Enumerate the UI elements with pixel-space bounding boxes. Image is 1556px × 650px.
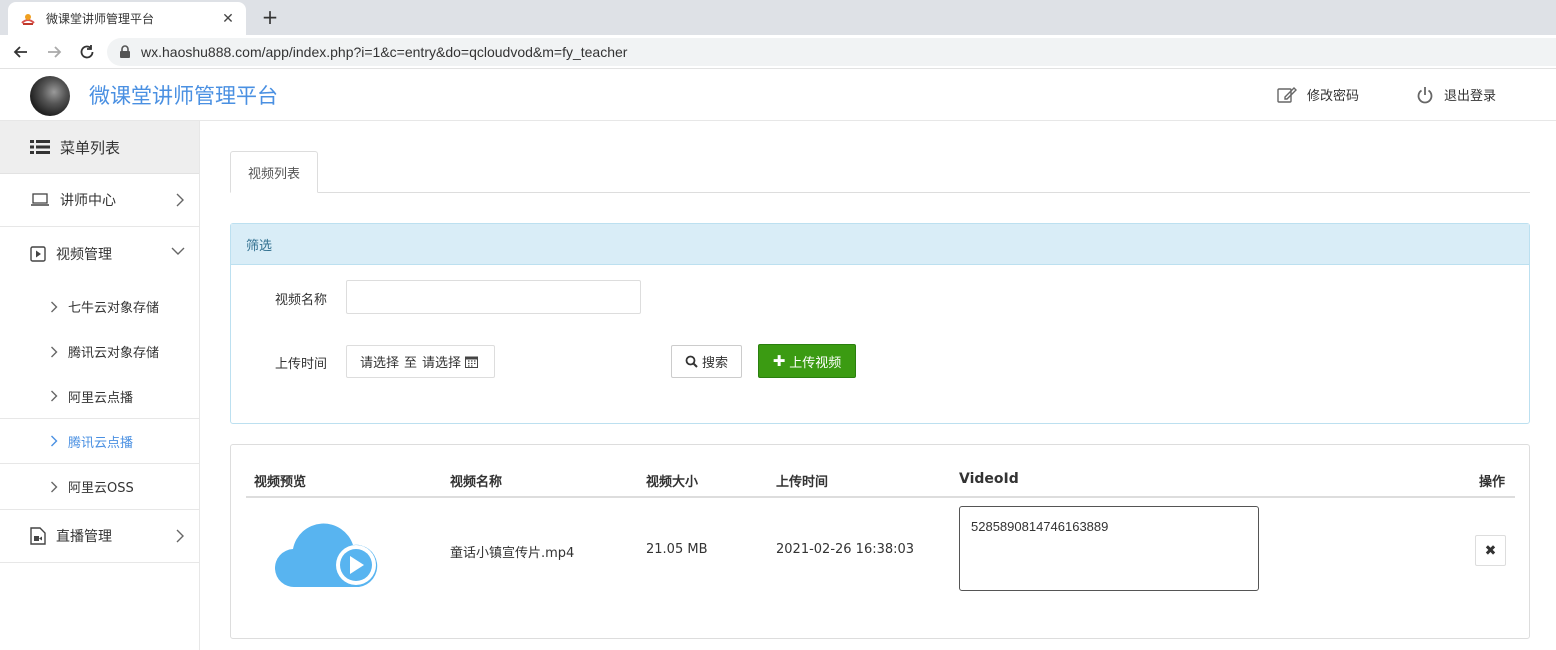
- avatar[interactable]: [30, 76, 70, 116]
- browser-address-bar: wx.haoshu888.com/app/index.php?i=1&c=ent…: [0, 35, 1556, 69]
- sidebar-subitem-label: 七牛云对象存储: [68, 301, 160, 316]
- app-header: 微课堂讲师管理平台 修改密码 退出登录: [0, 70, 1556, 121]
- forward-icon[interactable]: [43, 41, 65, 63]
- logout-label: 退出登录: [1444, 89, 1497, 104]
- table-header-preview: 视频预览: [254, 475, 307, 490]
- tab-video-list[interactable]: 视频列表: [230, 151, 318, 193]
- video-size: 21.05 MB: [646, 542, 708, 557]
- power-icon: [1417, 86, 1433, 103]
- url-input[interactable]: wx.haoshu888.com/app/index.php?i=1&c=ent…: [107, 38, 1556, 66]
- edit-icon: [1277, 86, 1297, 103]
- list-icon: [30, 140, 50, 154]
- chevron-right-icon: [51, 346, 58, 357]
- sidebar-item-label: 直播管理: [56, 529, 112, 545]
- table-header-divider: [246, 496, 1515, 498]
- sidebar-subitem-label: 腾讯云对象存储: [68, 346, 160, 361]
- browser-tab-bar: 微课堂讲师管理平台 ✕ +: [0, 0, 1556, 35]
- sidebar-item-aliyun-vod[interactable]: 阿里云点播: [0, 374, 199, 419]
- play-square-icon: [30, 245, 46, 262]
- sidebar: 菜单列表 讲师中心 视频管理 七牛云对象存储 腾讯云对象存储 阿里云点播 腾讯云…: [0, 121, 200, 650]
- sidebar-item-label: 讲师中心: [60, 193, 116, 209]
- upload-time-label: 上传时间: [275, 357, 328, 372]
- sidebar-item-tencent-storage[interactable]: 腾讯云对象存储: [0, 329, 199, 374]
- change-password-label: 修改密码: [1307, 89, 1360, 104]
- browser-tab-title: 微课堂讲师管理平台: [46, 12, 155, 26]
- date-to: 请选择: [422, 356, 462, 371]
- main-content: 视频列表 筛选 视频名称 上传时间 请选择 至 请选择 搜索 ✚ 上传视频 视频…: [230, 151, 1530, 639]
- calendar-icon: [465, 356, 479, 368]
- site-favicon-icon: [21, 13, 35, 25]
- close-tab-icon[interactable]: ✕: [220, 11, 236, 27]
- content-tabs: 视频列表: [230, 151, 1530, 193]
- laptop-icon: [31, 193, 49, 206]
- chevron-right-icon: [51, 435, 58, 447]
- change-password-link[interactable]: 修改密码: [1277, 85, 1359, 104]
- video-id-textarea[interactable]: 5285890814746163889: [959, 506, 1259, 591]
- table-header-name: 视频名称: [450, 475, 503, 490]
- chevron-right-icon: [51, 390, 58, 402]
- video-name: 童话小镇宣传片.mp4: [450, 546, 575, 561]
- search-button[interactable]: 搜索: [671, 345, 742, 378]
- video-name-label: 视频名称: [275, 293, 328, 308]
- filter-panel-title: 筛选: [231, 224, 1529, 265]
- url-text: wx.haoshu888.com/app/index.php?i=1&c=ent…: [141, 44, 628, 60]
- chevron-down-icon: [171, 247, 185, 255]
- sidebar-item-qiniu-storage[interactable]: 七牛云对象存储: [0, 284, 199, 329]
- sidebar-item-tencent-vod[interactable]: 腾讯云点播: [0, 419, 199, 464]
- upload-button-label: 上传视频: [789, 355, 842, 371]
- chevron-right-icon: [176, 529, 184, 543]
- back-icon[interactable]: [10, 41, 32, 63]
- filter-panel: 筛选 视频名称 上传时间 请选择 至 请选择 搜索 ✚ 上传视频: [230, 223, 1530, 424]
- sidebar-subitem-label: 阿里云OSS: [68, 481, 134, 496]
- upload-time: 2021-02-26 16:38:03: [776, 542, 915, 557]
- chevron-right-icon: [176, 193, 184, 207]
- sidebar-item-teacher-center[interactable]: 讲师中心: [0, 174, 199, 227]
- sidebar-header: 菜单列表: [0, 121, 199, 174]
- date-range-picker[interactable]: 请选择 至 请选择: [346, 345, 495, 378]
- sidebar-title: 菜单列表: [60, 138, 121, 157]
- sidebar-subitem-label: 阿里云点播: [68, 390, 134, 406]
- reload-icon[interactable]: [76, 41, 98, 63]
- table-header-size: 视频大小: [646, 475, 699, 490]
- video-submenu: 七牛云对象存储 腾讯云对象存储 阿里云点播 腾讯云点播 阿里云OSS: [0, 284, 199, 510]
- sidebar-item-label: 视频管理: [56, 246, 112, 263]
- date-from: 请选择: [360, 356, 400, 371]
- video-file-icon: [30, 527, 46, 545]
- video-name-input[interactable]: [346, 280, 641, 314]
- video-cloud-play-icon[interactable]: [275, 513, 379, 589]
- browser-tab[interactable]: 微课堂讲师管理平台 ✕: [8, 2, 246, 35]
- new-tab-icon[interactable]: +: [258, 6, 282, 30]
- video-table: 视频预览 视频名称 视频大小 上传时间 VideoId 操作 童话小镇宣传片.m…: [230, 444, 1530, 639]
- sidebar-item-video-management[interactable]: 视频管理: [0, 227, 199, 280]
- logout-link[interactable]: 退出登录: [1416, 85, 1496, 104]
- search-icon: [685, 355, 698, 368]
- lock-icon: [119, 45, 131, 59]
- sidebar-item-live-management[interactable]: 直播管理: [0, 510, 199, 563]
- upload-video-button[interactable]: ✚ 上传视频: [758, 344, 856, 378]
- sidebar-subitem-label: 腾讯云点播: [68, 435, 134, 451]
- table-header-time: 上传时间: [776, 475, 829, 490]
- chevron-right-icon: [51, 481, 58, 492]
- delete-button[interactable]: ✖: [1475, 535, 1506, 566]
- close-icon: ✖: [1484, 542, 1497, 559]
- search-button-label: 搜索: [701, 356, 728, 371]
- plus-icon: ✚: [772, 352, 786, 370]
- date-separator: 至: [404, 356, 418, 371]
- sidebar-item-aliyun-oss[interactable]: 阿里云OSS: [0, 464, 199, 509]
- brand-title: 微课堂讲师管理平台: [89, 84, 278, 108]
- chevron-right-icon: [51, 301, 58, 312]
- table-header-videoid: VideoId: [959, 471, 1019, 487]
- table-header-actions: 操作: [1479, 475, 1506, 490]
